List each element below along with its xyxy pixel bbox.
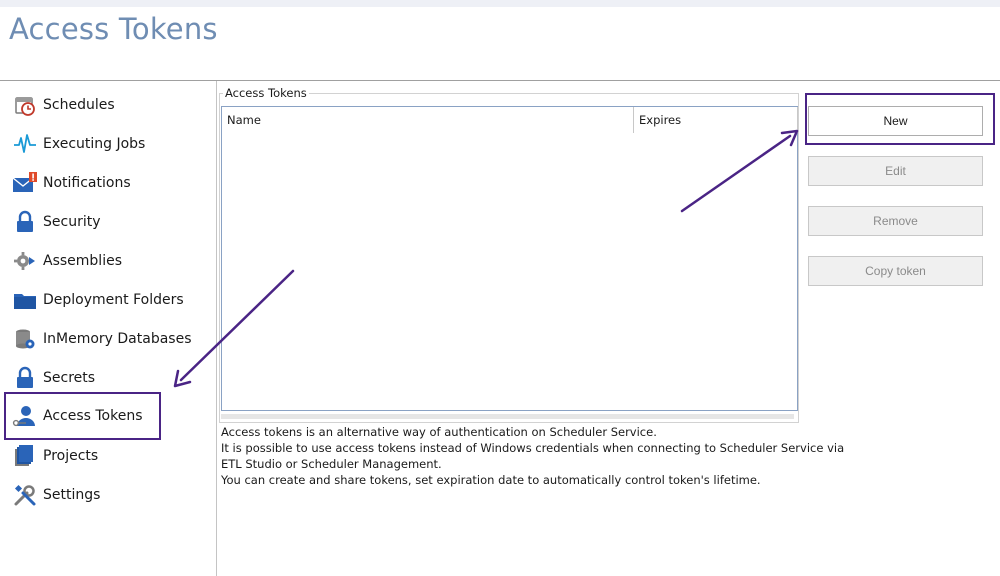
edit-button[interactable]: Edit xyxy=(808,156,983,186)
sidebar-item-deployment-folders[interactable]: Deployment Folders xyxy=(8,284,208,316)
sidebar-item-label: Projects xyxy=(43,448,99,464)
sidebar-item-executing-jobs[interactable]: Executing Jobs xyxy=(8,128,208,160)
sidebar-item-access-tokens[interactable]: Access Tokens xyxy=(4,392,161,440)
lock-icon xyxy=(12,365,38,391)
sidebar-item-schedules[interactable]: Schedules xyxy=(8,89,208,121)
sidebar-item-label: Access Tokens xyxy=(43,408,143,424)
sidebar-divider xyxy=(216,81,217,576)
folder-icon xyxy=(12,287,38,313)
description-line: It is possible to use access tokens inst… xyxy=(221,441,845,455)
lock-icon xyxy=(12,209,38,235)
sidebar-item-label: Security xyxy=(43,214,101,230)
sidebar-item-label: Settings xyxy=(43,487,101,503)
sidebar-item-label: Assemblies xyxy=(43,253,122,269)
column-header-name[interactable]: Name xyxy=(222,107,633,133)
books-icon xyxy=(12,443,38,469)
sidebar-item-label: Schedules xyxy=(43,97,115,113)
sidebar-item-assemblies[interactable]: Assemblies xyxy=(8,245,208,277)
sidebar-item-secrets[interactable]: Secrets xyxy=(8,362,208,394)
wrench-screwdriver-icon xyxy=(12,482,38,508)
column-header-expires[interactable]: Expires xyxy=(633,107,798,133)
sidebar-item-inmemory-databases[interactable]: InMemory Databases xyxy=(8,323,208,355)
groupbox-title: Access Tokens xyxy=(223,86,309,100)
clock-calendar-icon xyxy=(12,92,38,118)
user-key-icon xyxy=(12,403,38,429)
remove-button[interactable]: Remove xyxy=(808,206,983,236)
sidebar-item-label: Executing Jobs xyxy=(43,136,146,152)
sidebar-item-projects[interactable]: Projects xyxy=(8,440,208,472)
sidebar-item-settings[interactable]: Settings xyxy=(8,479,208,511)
description-line: ETL Studio or Scheduler Management. xyxy=(221,457,442,471)
sidebar: Schedules Executing Jobs Notifications S… xyxy=(0,81,216,576)
envelope-alert-icon xyxy=(12,170,38,196)
page-title: Access Tokens xyxy=(9,12,218,46)
sidebar-item-label: Deployment Folders xyxy=(43,292,184,308)
new-button[interactable]: New xyxy=(808,106,983,136)
copy-token-button[interactable]: Copy token xyxy=(808,256,983,286)
sidebar-item-label: InMemory Databases xyxy=(43,331,192,347)
top-band xyxy=(0,0,1000,7)
column-separator xyxy=(797,107,798,133)
gear-arrow-icon xyxy=(12,248,38,274)
description-line: You can create and share tokens, set exp… xyxy=(221,473,761,487)
description-text: Access tokens is an alternative way of a… xyxy=(221,424,845,488)
sidebar-item-notifications[interactable]: Notifications xyxy=(8,167,208,199)
horizontal-scrollbar[interactable] xyxy=(221,414,794,419)
description-line: Access tokens is an alternative way of a… xyxy=(221,425,657,439)
tokens-list[interactable]: Name Expires xyxy=(221,106,798,411)
database-gear-icon xyxy=(12,326,38,352)
pulse-icon xyxy=(12,131,38,157)
sidebar-item-security[interactable]: Security xyxy=(8,206,208,238)
sidebar-item-label: Secrets xyxy=(43,370,96,386)
sidebar-item-label: Notifications xyxy=(43,175,131,191)
